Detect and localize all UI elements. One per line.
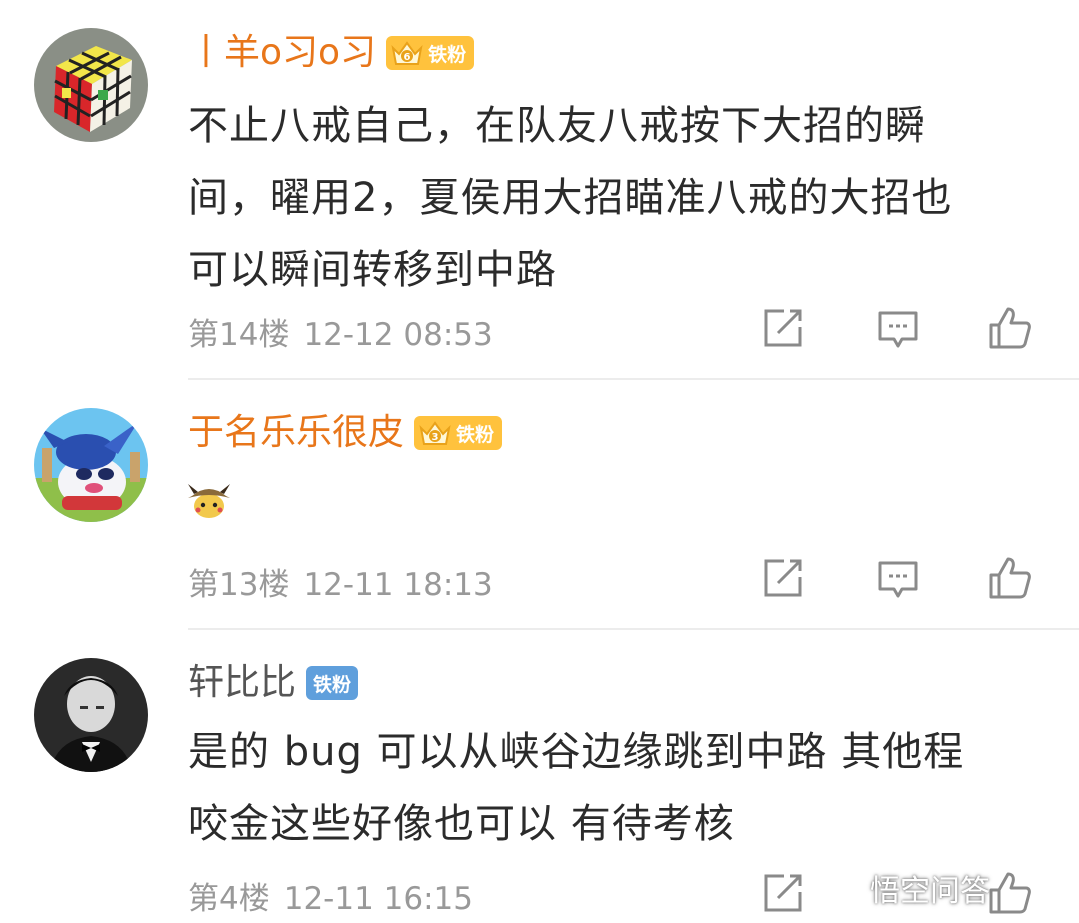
comment-line: 咬金这些好像也可以 有待考核 bbox=[188, 801, 735, 847]
user-row: 轩比比 铁粉 bbox=[188, 658, 359, 708]
crown-icon: 6 bbox=[391, 41, 423, 65]
comment-line: 间，曜用2，夏侯用大招瞄准八戒的大招也 bbox=[188, 175, 953, 221]
username[interactable]: 丨羊o习o习 bbox=[188, 28, 376, 78]
avatar[interactable] bbox=[34, 658, 148, 772]
repost-icon[interactable] bbox=[760, 870, 806, 916]
comment-line: 是的 bug 可以从峡谷边缘跳到中路 其他程 bbox=[188, 729, 965, 775]
comment-icon[interactable] bbox=[875, 555, 921, 601]
svg-text:6: 6 bbox=[404, 52, 411, 63]
floor-number: 第4楼 bbox=[188, 881, 270, 917]
badge-label: 铁粉 bbox=[428, 43, 467, 66]
username[interactable]: 于名乐乐很皮 bbox=[188, 408, 404, 458]
fan-badge: 6 铁粉 bbox=[386, 36, 475, 70]
comment-line: 可以瞬间转移到中路 bbox=[188, 247, 557, 293]
comment-meta: 第14楼 12-12 08:53 bbox=[188, 309, 493, 354]
comment-meta: 第4楼 12-11 16:15 bbox=[188, 873, 473, 918]
comment-text: 是的 bug 可以从峡谷边缘跳到中路 其他程 咬金这些好像也可以 有待考核 bbox=[188, 716, 1048, 860]
comment-item: 丨羊o习o习 6 铁粉 不止八戒自己，在队友八戒按下大招的瞬 间，曜用2，夏侯用… bbox=[0, 0, 1079, 380]
comment-text: 不止八戒自己，在队友八戒按下大招的瞬 间，曜用2，夏侯用大招瞄准八戒的大招也 可… bbox=[188, 90, 1048, 306]
svg-text:3: 3 bbox=[432, 432, 439, 443]
comment-line: 不止八戒自己，在队友八戒按下大招的瞬 bbox=[188, 103, 926, 149]
timestamp: 12-11 18:13 bbox=[303, 567, 493, 603]
like-icon[interactable] bbox=[987, 555, 1033, 601]
avatar[interactable] bbox=[34, 28, 148, 142]
detective-pikachu-sticker bbox=[188, 484, 230, 518]
badge-label: 铁粉 bbox=[313, 673, 352, 696]
comment-icon[interactable] bbox=[875, 305, 921, 351]
repost-icon[interactable] bbox=[760, 555, 806, 601]
floor-number: 第13楼 bbox=[188, 567, 290, 603]
badge-label: 铁粉 bbox=[456, 423, 495, 446]
fan-badge: 3 铁粉 bbox=[414, 416, 503, 450]
comment-meta: 第13楼 12-11 18:13 bbox=[188, 559, 493, 604]
like-icon[interactable] bbox=[987, 870, 1033, 916]
fan-badge: 铁粉 bbox=[306, 666, 359, 700]
like-icon[interactable] bbox=[987, 305, 1033, 351]
user-row: 于名乐乐很皮 3 铁粉 bbox=[188, 408, 503, 458]
watermark: 悟空问答 bbox=[870, 874, 990, 909]
repost-icon[interactable] bbox=[760, 305, 806, 351]
user-row: 丨羊o习o习 6 铁粉 bbox=[188, 28, 475, 78]
avatar[interactable] bbox=[34, 408, 148, 522]
timestamp: 12-11 16:15 bbox=[283, 881, 474, 917]
comment-item: 于名乐乐很皮 3 铁粉 第13楼 12-11 18:13 bbox=[0, 380, 1079, 630]
crown-icon: 3 bbox=[419, 421, 451, 445]
username[interactable]: 轩比比 bbox=[188, 658, 296, 708]
floor-number: 第14楼 bbox=[188, 317, 290, 353]
timestamp: 12-12 08:53 bbox=[303, 317, 493, 353]
